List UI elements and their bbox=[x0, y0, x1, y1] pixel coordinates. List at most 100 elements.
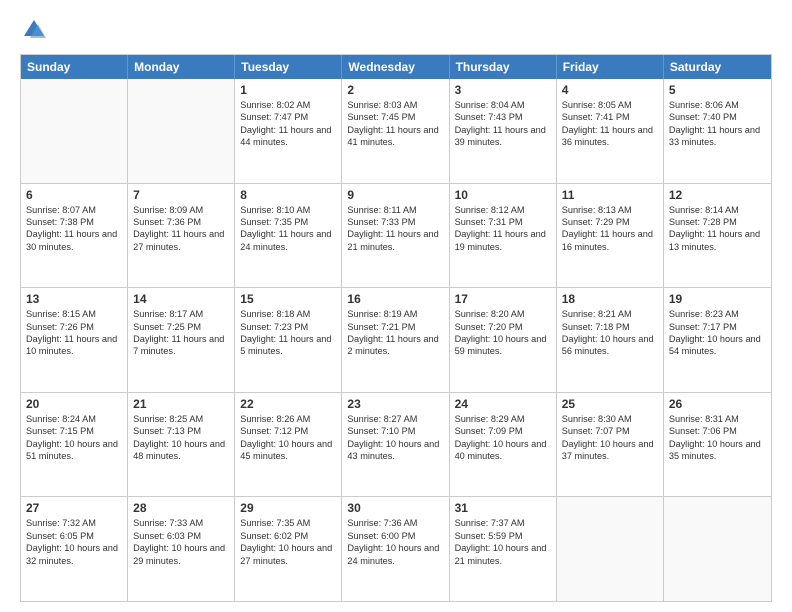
daylight-text: Daylight: 10 hours and 21 minutes. bbox=[455, 542, 551, 567]
sunset-text: Sunset: 7:10 PM bbox=[347, 425, 443, 437]
calendar-cell: 21Sunrise: 8:25 AMSunset: 7:13 PMDayligh… bbox=[128, 393, 235, 497]
day-number: 4 bbox=[562, 83, 658, 97]
sunrise-text: Sunrise: 8:06 AM bbox=[669, 99, 766, 111]
sunset-text: Sunset: 7:21 PM bbox=[347, 321, 443, 333]
sunrise-text: Sunrise: 8:14 AM bbox=[669, 204, 766, 216]
sunset-text: Sunset: 7:41 PM bbox=[562, 111, 658, 123]
sunset-text: Sunset: 6:05 PM bbox=[26, 530, 122, 542]
daylight-text: Daylight: 11 hours and 24 minutes. bbox=[240, 228, 336, 253]
sunset-text: Sunset: 7:17 PM bbox=[669, 321, 766, 333]
sunset-text: Sunset: 7:36 PM bbox=[133, 216, 229, 228]
daylight-text: Daylight: 11 hours and 36 minutes. bbox=[562, 124, 658, 149]
day-number: 11 bbox=[562, 188, 658, 202]
sunset-text: Sunset: 7:45 PM bbox=[347, 111, 443, 123]
sunset-text: Sunset: 7:47 PM bbox=[240, 111, 336, 123]
calendar-cell: 14Sunrise: 8:17 AMSunset: 7:25 PMDayligh… bbox=[128, 288, 235, 392]
calendar-cell: 18Sunrise: 8:21 AMSunset: 7:18 PMDayligh… bbox=[557, 288, 664, 392]
logo-icon bbox=[20, 16, 48, 44]
daylight-text: Daylight: 10 hours and 35 minutes. bbox=[669, 438, 766, 463]
sunrise-text: Sunrise: 7:37 AM bbox=[455, 517, 551, 529]
calendar-cell bbox=[21, 79, 128, 183]
sunrise-text: Sunrise: 7:32 AM bbox=[26, 517, 122, 529]
calendar-cell: 9Sunrise: 8:11 AMSunset: 7:33 PMDaylight… bbox=[342, 184, 449, 288]
day-number: 10 bbox=[455, 188, 551, 202]
calendar-header-cell: Saturday bbox=[664, 55, 771, 79]
daylight-text: Daylight: 10 hours and 40 minutes. bbox=[455, 438, 551, 463]
sunrise-text: Sunrise: 8:15 AM bbox=[26, 308, 122, 320]
daylight-text: Daylight: 10 hours and 45 minutes. bbox=[240, 438, 336, 463]
sunset-text: Sunset: 7:29 PM bbox=[562, 216, 658, 228]
logo bbox=[20, 16, 52, 44]
calendar-cell: 8Sunrise: 8:10 AMSunset: 7:35 PMDaylight… bbox=[235, 184, 342, 288]
calendar-cell: 3Sunrise: 8:04 AMSunset: 7:43 PMDaylight… bbox=[450, 79, 557, 183]
sunset-text: Sunset: 7:09 PM bbox=[455, 425, 551, 437]
sunset-text: Sunset: 7:26 PM bbox=[26, 321, 122, 333]
calendar-cell: 1 Sunrise: 8:02 AMSunset: 7:47 PMDaylight… bbox=[235, 79, 342, 183]
daylight-text: Daylight: 11 hours and 33 minutes. bbox=[669, 124, 766, 149]
calendar-cell: 12Sunrise: 8:14 AMSunset: 7:28 PMDayligh… bbox=[664, 184, 771, 288]
sunset-text: Sunset: 7:35 PM bbox=[240, 216, 336, 228]
daylight-text: Daylight: 11 hours and 39 minutes. bbox=[455, 124, 551, 149]
calendar-header-cell: Monday bbox=[128, 55, 235, 79]
sunset-text: Sunset: 6:02 PM bbox=[240, 530, 336, 542]
daylight-text: Daylight: 10 hours and 54 minutes. bbox=[669, 333, 766, 358]
sunrise-text: Sunrise: 8:02 AM bbox=[240, 99, 336, 111]
calendar-body: 1Sunrise: 8:02 AMSunset: 7:47 PMDaylight… bbox=[21, 79, 771, 601]
daylight-text: Daylight: 11 hours and 7 minutes. bbox=[133, 333, 229, 358]
sunset-text: Sunset: 7:07 PM bbox=[562, 425, 658, 437]
day-number: 23 bbox=[347, 397, 443, 411]
sunset-text: Sunset: 7:12 PM bbox=[240, 425, 336, 437]
calendar-cell: 16Sunrise: 8:19 AMSunset: 7:21 PMDayligh… bbox=[342, 288, 449, 392]
calendar-cell: 19Sunrise: 8:23 AMSunset: 7:17 PMDayligh… bbox=[664, 288, 771, 392]
daylight-text: Daylight: 10 hours and 59 minutes. bbox=[455, 333, 551, 358]
daylight-text: Daylight: 11 hours and 5 minutes. bbox=[240, 333, 336, 358]
day-number: 7 bbox=[133, 188, 229, 202]
daylight-text: Daylight: 10 hours and 51 minutes. bbox=[26, 438, 122, 463]
sunrise-text: Sunrise: 8:10 AM bbox=[240, 204, 336, 216]
day-number: 6 bbox=[26, 188, 122, 202]
calendar-cell: 29Sunrise: 7:35 AMSunset: 6:02 PMDayligh… bbox=[235, 497, 342, 601]
calendar-week: 27Sunrise: 7:32 AMSunset: 6:05 PMDayligh… bbox=[21, 496, 771, 601]
sunset-text: Sunset: 7:13 PM bbox=[133, 425, 229, 437]
daylight-text: Daylight: 10 hours and 43 minutes. bbox=[347, 438, 443, 463]
sunset-text: Sunset: 7:28 PM bbox=[669, 216, 766, 228]
sunset-text: Sunset: 7:20 PM bbox=[455, 321, 551, 333]
calendar-header-cell: Thursday bbox=[450, 55, 557, 79]
sunrise-text: Sunrise: 8:26 AM bbox=[240, 413, 336, 425]
day-number: 15 bbox=[240, 292, 336, 306]
sunset-text: Sunset: 7:06 PM bbox=[669, 425, 766, 437]
calendar-cell: 23 Sunrise: 8:27 AMSunset: 7:10 PMDayligh… bbox=[342, 393, 449, 497]
day-number: 1 bbox=[240, 83, 336, 97]
daylight-text: Daylight: 11 hours and 30 minutes. bbox=[26, 228, 122, 253]
day-number: 2 bbox=[347, 83, 443, 97]
sunrise-text: Sunrise: 8:23 AM bbox=[669, 308, 766, 320]
sunrise-text: Sunrise: 7:36 AM bbox=[347, 517, 443, 529]
daylight-text: Daylight: 10 hours and 27 minutes. bbox=[240, 542, 336, 567]
daylight-text: Daylight: 10 hours and 37 minutes. bbox=[562, 438, 658, 463]
sunrise-text: Sunrise: 8:27 AM bbox=[347, 413, 443, 425]
calendar-cell: 10Sunrise: 8:12 AMSunset: 7:31 PMDayligh… bbox=[450, 184, 557, 288]
sunrise-text: Sunrise: 8:04 AM bbox=[455, 99, 551, 111]
calendar-cell: 24Sunrise: 8:29 AMSunset: 7:09 PMDayligh… bbox=[450, 393, 557, 497]
calendar-cell bbox=[664, 497, 771, 601]
sunrise-text: Sunrise: 8:31 AM bbox=[669, 413, 766, 425]
daylight-text: Daylight: 11 hours and 10 minutes. bbox=[26, 333, 122, 358]
daylight-text: Daylight: 10 hours and 48 minutes. bbox=[133, 438, 229, 463]
sunrise-text: Sunrise: 8:18 AM bbox=[240, 308, 336, 320]
day-number: 26 bbox=[669, 397, 766, 411]
sunset-text: Sunset: 7:43 PM bbox=[455, 111, 551, 123]
day-number: 18 bbox=[562, 292, 658, 306]
day-number: 30 bbox=[347, 501, 443, 515]
day-number: 13 bbox=[26, 292, 122, 306]
day-number: 5 bbox=[669, 83, 766, 97]
sunrise-text: Sunrise: 8:03 AM bbox=[347, 99, 443, 111]
calendar-header-cell: Sunday bbox=[21, 55, 128, 79]
calendar-week: 13Sunrise: 8:15 AMSunset: 7:26 PMDayligh… bbox=[21, 287, 771, 392]
daylight-text: Daylight: 11 hours and 44 minutes. bbox=[240, 124, 336, 149]
daylight-text: Daylight: 11 hours and 21 minutes. bbox=[347, 228, 443, 253]
daylight-text: Daylight: 11 hours and 16 minutes. bbox=[562, 228, 658, 253]
calendar-cell bbox=[557, 497, 664, 601]
daylight-text: Daylight: 11 hours and 19 minutes. bbox=[455, 228, 551, 253]
sunrise-text: Sunrise: 7:33 AM bbox=[133, 517, 229, 529]
calendar-cell: 2Sunrise: 8:03 AMSunset: 7:45 PMDaylight… bbox=[342, 79, 449, 183]
